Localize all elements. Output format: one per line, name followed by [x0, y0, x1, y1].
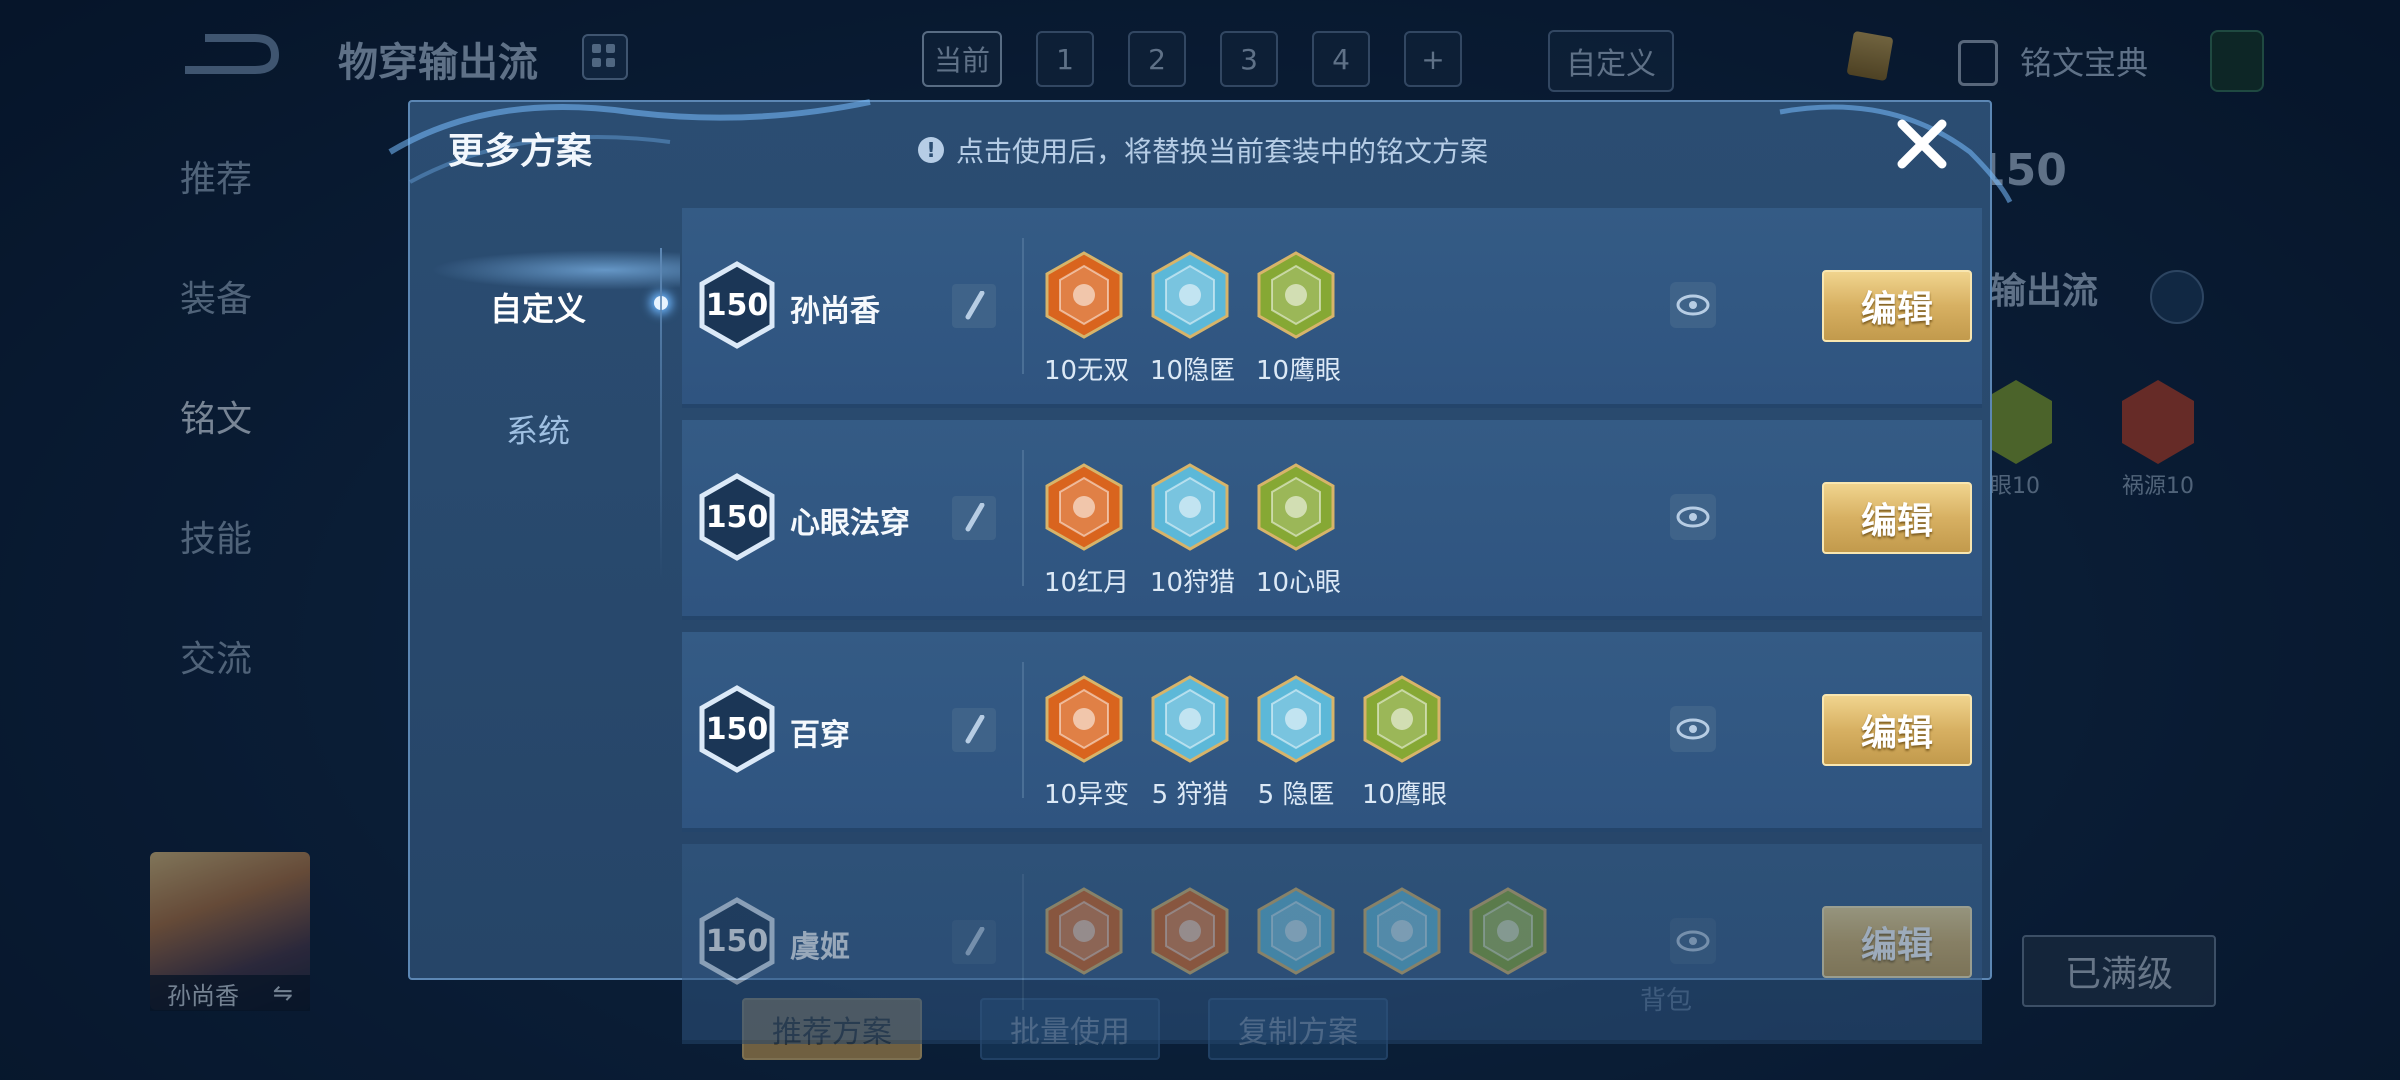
info-icon: ! [918, 137, 944, 163]
row-divider [1022, 662, 1024, 798]
rune-item: 10异变 [1044, 674, 1130, 811]
dialog-sidebar: 自定义 系统 [410, 188, 680, 978]
rune-label: 10心眼 [1256, 568, 1342, 598]
dialog-title: 更多方案 [448, 131, 593, 172]
rune-item: 10无双 [1044, 250, 1130, 387]
edit-button[interactable]: 编辑 [1822, 482, 1972, 554]
rune-gem-icon [1363, 675, 1441, 763]
rename-pen-icon[interactable] [952, 708, 996, 752]
rune-gem-icon [1045, 463, 1123, 551]
preview-eye-icon[interactable] [1670, 918, 1716, 964]
rune-gem-icon [1045, 887, 1123, 975]
rune-item: 10红月 [1044, 462, 1130, 599]
rename-pen-icon[interactable] [952, 496, 996, 540]
row-divider [1022, 238, 1024, 374]
rune-item: 10鹰眼 [1362, 674, 1448, 811]
rune-gem-icon [1151, 251, 1229, 339]
rune-item: 10鹰眼 [1256, 250, 1342, 387]
rune-item [1362, 886, 1442, 986]
notice: ! 点击使用后，将替换当前套装中的铭文方案 [918, 130, 1488, 170]
rune-gem-icon [1257, 675, 1335, 763]
rune-item: 10狩猎 [1150, 462, 1236, 599]
rune-list: 10红月 10狩猎 10心眼 [1044, 462, 1342, 599]
row-divider [1022, 874, 1024, 1010]
rune-label: 10隐匿 [1150, 356, 1236, 386]
preview-eye-icon[interactable] [1670, 706, 1716, 752]
rune-label: 10无双 [1044, 356, 1130, 386]
rune-label: 5 隐匿 [1257, 780, 1335, 810]
preview-eye-icon[interactable] [1670, 494, 1716, 540]
rune-gem-icon [1151, 675, 1229, 763]
edit-button[interactable]: 编辑 [1822, 906, 1972, 978]
rune-gem-icon [1257, 463, 1335, 551]
dialog-header: 更多方案 ! 点击使用后，将替换当前套装中的铭文方案 [410, 102, 1990, 188]
notice-text: 点击使用后，将替换当前套装中的铭文方案 [956, 135, 1489, 168]
rune-item [1150, 886, 1230, 986]
rename-pen-icon[interactable] [952, 284, 996, 328]
rune-item: 10心眼 [1256, 462, 1342, 599]
plan-row: 150 心眼法穿 10红月 10狩猎 10心眼 编辑 [682, 420, 1982, 620]
plan-name: 百穿 [790, 718, 850, 753]
rune-gem-icon [1045, 251, 1123, 339]
rune-item [1044, 886, 1124, 986]
more-plans-dialog: 更多方案 ! 点击使用后，将替换当前套装中的铭文方案 自定义 系统 150 孙尚… [388, 99, 2013, 1044]
rune-gem-icon [1151, 463, 1229, 551]
plan-row: 150 百穿 10异变 5 狩猎 5 隐匿 10鹰眼 编辑 [682, 632, 1982, 832]
plan-row: 150 孙尚香 10无双 10隐匿 10鹰眼 编辑 [682, 208, 1982, 408]
close-icon[interactable] [1892, 114, 1952, 174]
edit-button[interactable]: 编辑 [1822, 270, 1972, 342]
rune-gem-icon [1257, 887, 1335, 975]
plan-name: 孙尚香 [790, 294, 880, 329]
rune-gem-icon [1151, 887, 1229, 975]
rune-gem-icon [1045, 675, 1123, 763]
plan-row: 150 虞姬 编辑 [682, 844, 1982, 1044]
plan-level: 150 [705, 711, 769, 747]
rune-label: 10狩猎 [1150, 568, 1236, 598]
rune-item: 5 狩猎 [1150, 674, 1230, 811]
rune-label: 5 狩猎 [1151, 780, 1229, 810]
rune-item: 5 隐匿 [1256, 674, 1336, 811]
tab-custom-plans[interactable]: 自定义 [410, 272, 666, 342]
rune-label: 10红月 [1044, 568, 1130, 598]
rune-gem-icon [1257, 251, 1335, 339]
rune-label: 10鹰眼 [1256, 356, 1342, 386]
rune-list: 10无双 10隐匿 10鹰眼 [1044, 250, 1342, 387]
rune-label: 10鹰眼 [1362, 780, 1448, 810]
plan-level: 150 [705, 287, 769, 323]
rune-item: 10隐匿 [1150, 250, 1236, 387]
rune-gem-icon [1469, 887, 1547, 975]
plan-list[interactable]: 150 孙尚香 10无双 10隐匿 10鹰眼 编辑 150 心眼法穿 10红月 10狩… [682, 208, 1982, 1060]
rune-item [1256, 886, 1336, 986]
edit-button[interactable]: 编辑 [1822, 694, 1972, 766]
row-divider [1022, 450, 1024, 586]
preview-eye-icon[interactable] [1670, 282, 1716, 328]
plan-level: 150 [705, 923, 769, 959]
rune-list [1044, 886, 1548, 986]
rune-list: 10异变 5 狩猎 5 隐匿 10鹰眼 [1044, 674, 1448, 811]
rune-gem-icon [1363, 887, 1441, 975]
plan-name: 心眼法穿 [790, 506, 910, 541]
rune-label: 10异变 [1044, 780, 1130, 810]
plan-level: 150 [705, 499, 769, 535]
tab-system-plans[interactable]: 系统 [410, 394, 666, 464]
rename-pen-icon[interactable] [952, 920, 996, 964]
plan-name: 虞姬 [790, 930, 850, 965]
rune-item [1468, 886, 1548, 986]
